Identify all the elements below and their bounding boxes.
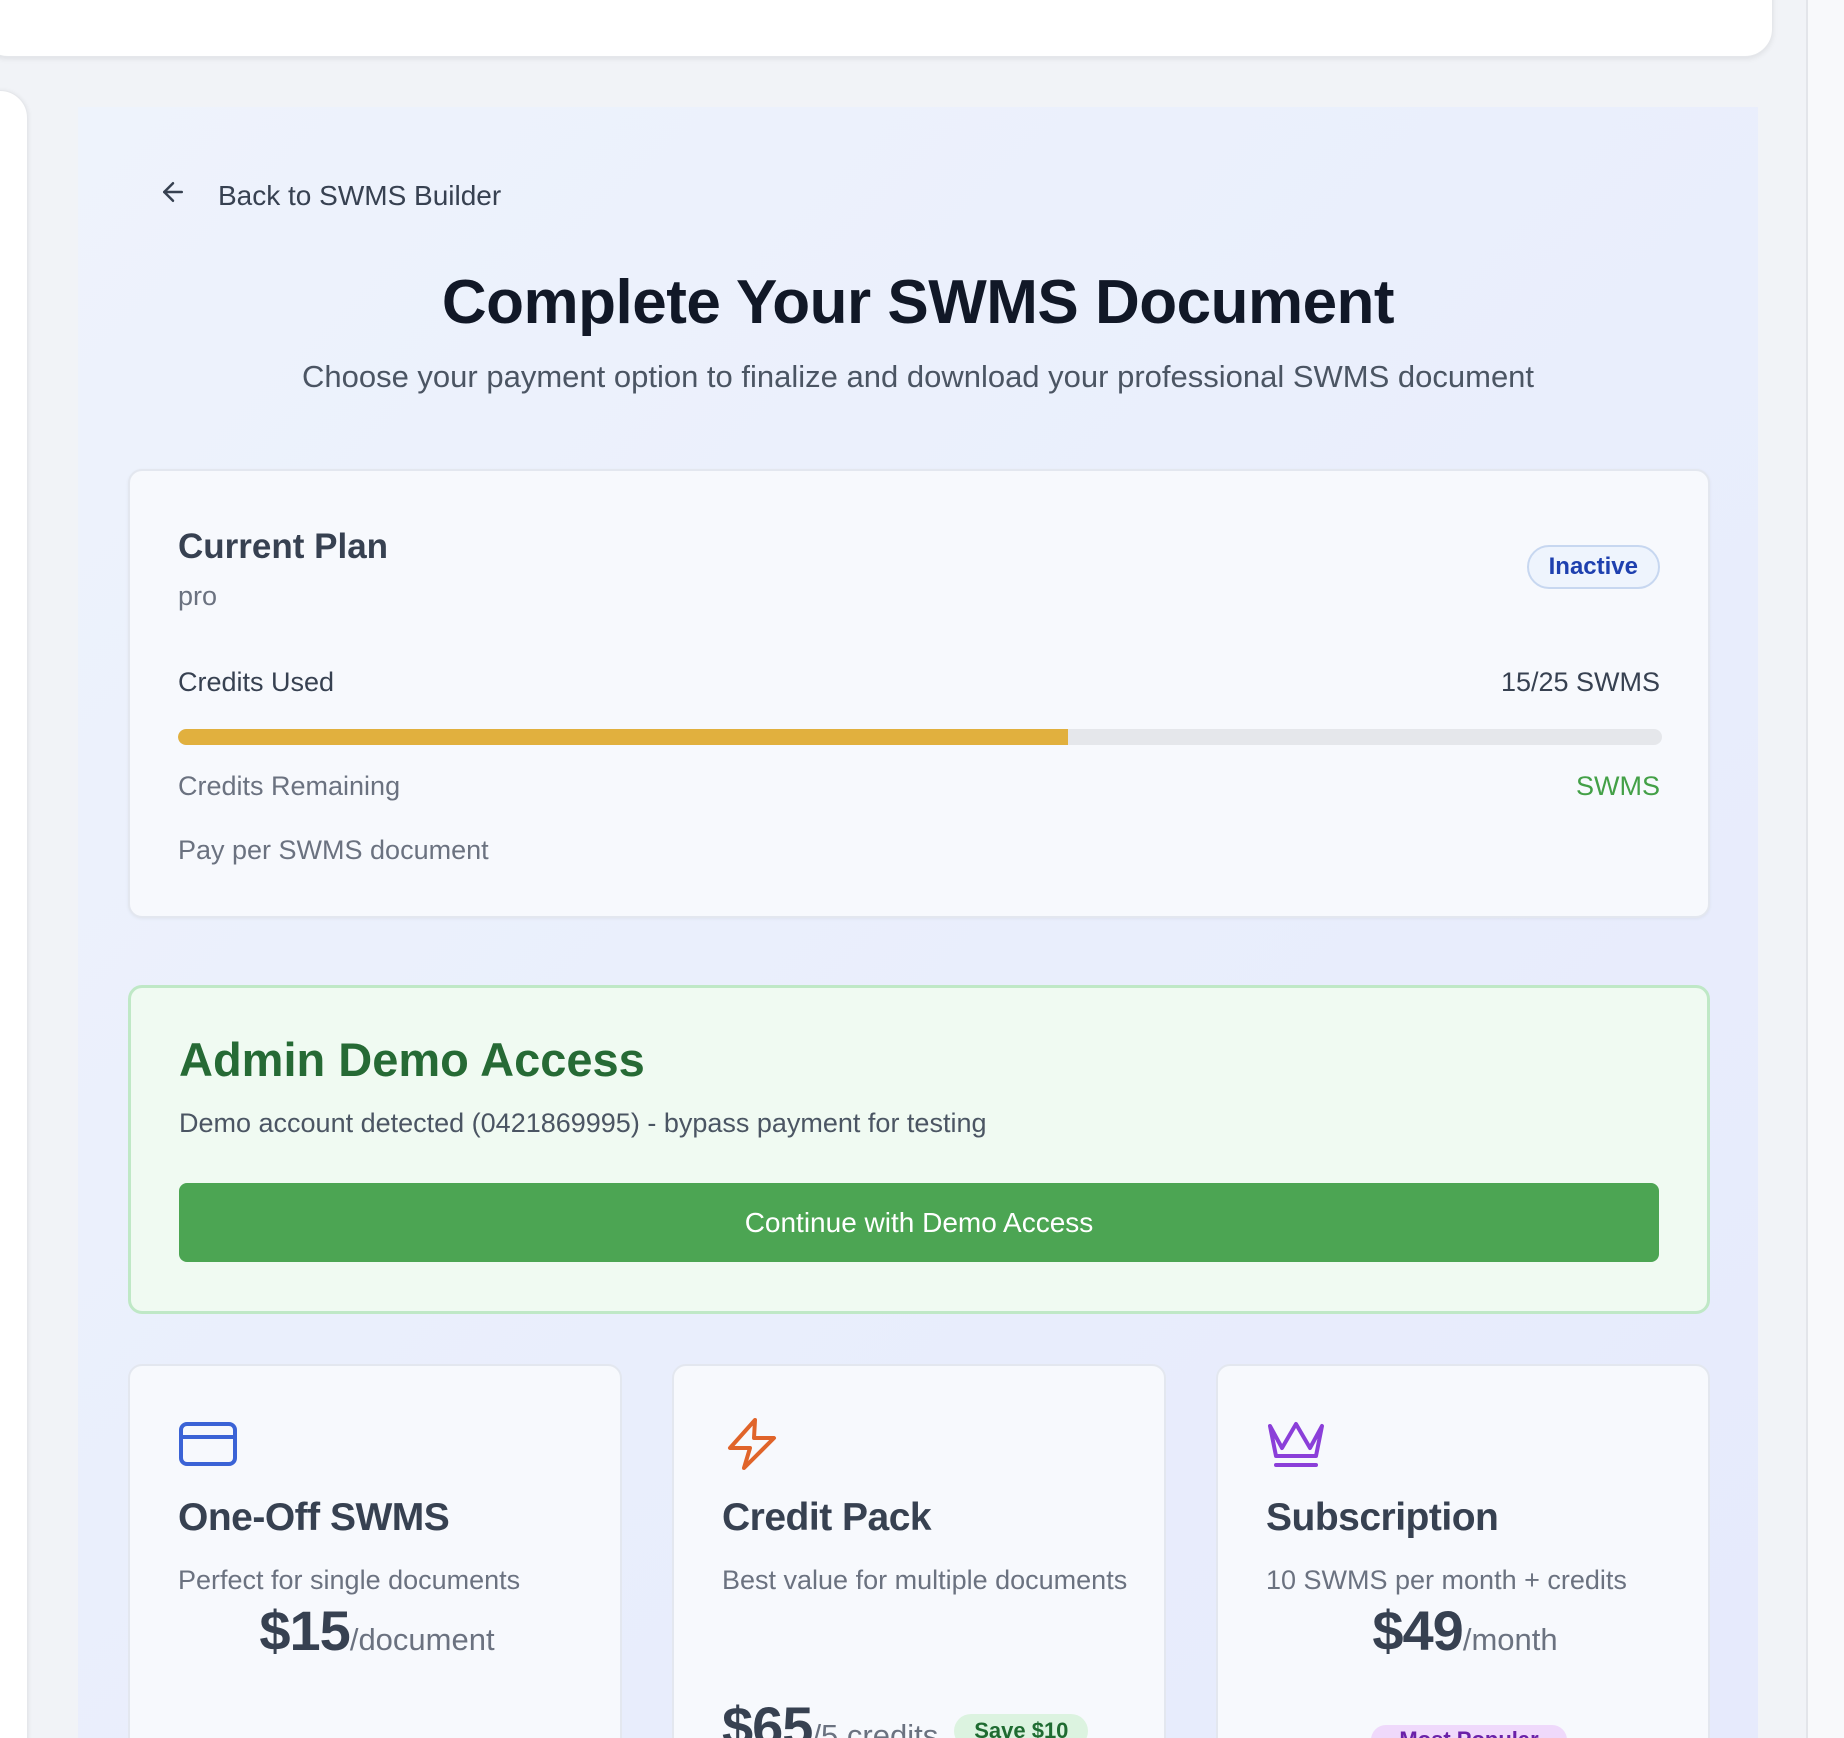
price-unit: /document — [349, 1622, 495, 1657]
continue-demo-button[interactable]: Continue with Demo Access — [179, 1183, 1659, 1262]
plan-name: One-Off SWMS — [178, 1496, 450, 1539]
credits-remaining-value: SWMS — [1576, 771, 1660, 801]
back-link-label: Back to SWMS Builder — [218, 179, 502, 211]
current-plan-title: Current Plan — [178, 527, 389, 566]
page: Back to SWMS Builder Complete Your SWMS … — [0, 0, 1844, 1738]
plan-name: Credit Pack — [722, 1496, 932, 1539]
pricing-card-subscription[interactable]: Subscription 10 SWMS per month + credits… — [1216, 1364, 1710, 1738]
credits-progress-fill — [178, 729, 1069, 745]
price-line: $65/5 credits Save $10 — [674, 1694, 1168, 1738]
price-line: $49/month — [1218, 1598, 1712, 1663]
credits-progress-bar — [178, 729, 1662, 745]
price-amount: $15 — [259, 1599, 350, 1662]
credits-used-value: 15/25 SWMS — [1500, 667, 1660, 697]
current-plan-card: Current Plan pro Inactive Credits Used 1… — [128, 469, 1710, 918]
plan-description: Perfect for single documents — [178, 1565, 521, 1595]
credits-remaining-label: Credits Remaining — [178, 771, 401, 801]
pricing-card-one-off[interactable]: One-Off SWMS Perfect for single document… — [128, 1364, 622, 1738]
price-unit: /month — [1462, 1622, 1558, 1657]
demo-title: Admin Demo Access — [179, 1033, 645, 1086]
price-unit: /5 credits — [812, 1718, 939, 1738]
save-badge: Save $10 — [954, 1714, 1089, 1738]
credits-used-label: Credits Used — [178, 667, 335, 697]
price-amount: $49 — [1372, 1599, 1463, 1662]
page-subtitle: Choose your payment option to finalize a… — [301, 359, 1535, 394]
credit-card-icon — [178, 1418, 238, 1470]
arrow-left-icon — [158, 177, 188, 214]
plan-description: Best value for multiple documents — [722, 1565, 1128, 1595]
crown-icon — [1266, 1418, 1326, 1470]
billing-note: Pay per SWMS document — [178, 835, 489, 865]
price-line: $15/document — [130, 1598, 624, 1663]
top-header — [0, 0, 1773, 57]
most-popular-badge: Most Popular — [1371, 1725, 1567, 1738]
demo-description: Demo account detected (0421869995) - byp… — [179, 1108, 987, 1138]
plan-description: 10 SWMS per month + credits — [1266, 1565, 1627, 1595]
plan-name: Subscription — [1266, 1496, 1499, 1539]
sidebar-edge — [0, 90, 28, 1738]
page-title: Complete Your SWMS Document — [441, 268, 1395, 337]
current-plan-name: pro — [178, 581, 218, 611]
pricing-card-credit-pack[interactable]: Credit Pack Best value for multiple docu… — [672, 1364, 1166, 1738]
scrollbar-track[interactable] — [1806, 0, 1844, 1738]
status-badge: Inactive — [1526, 545, 1660, 589]
back-to-builder-link[interactable]: Back to SWMS Builder — [158, 177, 501, 214]
admin-demo-card: Admin Demo Access Demo account detected … — [128, 985, 1710, 1314]
lightning-icon — [722, 1418, 782, 1470]
price-amount: $65 — [722, 1695, 813, 1738]
payment-main: Back to SWMS Builder Complete Your SWMS … — [78, 107, 1758, 1738]
